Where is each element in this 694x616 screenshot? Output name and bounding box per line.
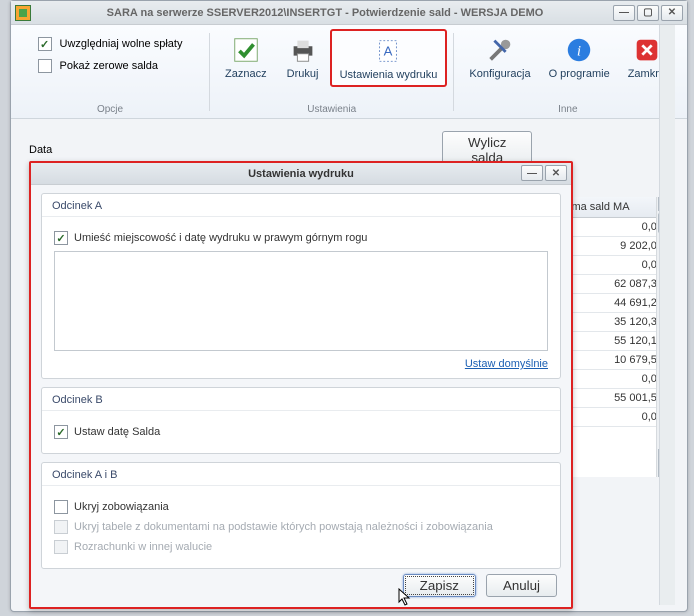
chk-place-city-date[interactable]: Umieść miejscowość i datę wydruku w praw… (54, 231, 548, 245)
o-programie-button[interactable]: i O programie (540, 29, 619, 85)
drukuj-button[interactable]: Drukuj (276, 29, 330, 85)
maximize-button[interactable]: ▢ (637, 5, 659, 21)
checkbox-icon (54, 425, 68, 439)
outer-scrollbar[interactable] (659, 25, 675, 605)
chk-hide-tables: Ukryj tabele z dokumentami na podstawie … (54, 520, 548, 534)
data-label: Data (29, 144, 52, 156)
dialog-titlebar: Ustawienia wydruku — ✕ (31, 163, 571, 185)
main-window: SARA na serwerze SSERVER2012\INSERTGT - … (10, 0, 688, 612)
print-settings-dialog: Ustawienia wydruku — ✕ Odcinek A Umieść … (29, 161, 573, 609)
btn-label: Zaznacz (225, 68, 267, 80)
btn-label: Konfiguracja (469, 68, 530, 80)
dialog-close-button[interactable]: ✕ (545, 165, 567, 181)
checkbox-icon (54, 231, 68, 245)
konfiguracja-button[interactable]: Konfiguracja (460, 29, 539, 85)
minimize-button[interactable]: — (613, 5, 635, 21)
ustawienia-wydruku-button[interactable]: A Ustawienia wydruku (330, 29, 448, 87)
checkbox-icon (54, 500, 68, 514)
svg-text:A: A (384, 44, 393, 59)
chk-label: Rozrachunki w innej walucie (74, 541, 212, 553)
chk-hide-obligations[interactable]: Ukryj zobowiązania (54, 500, 548, 514)
chk-label: Ukryj zobowiązania (74, 501, 169, 513)
btn-label: Drukuj (287, 68, 319, 80)
section-title: Odcinek B (42, 388, 560, 411)
tools-icon (484, 34, 516, 66)
checkbox-icon (38, 59, 52, 73)
chk-set-balance-date[interactable]: Ustaw datę Salda (54, 425, 548, 439)
dialog-minimize-button[interactable]: — (521, 165, 543, 181)
set-default-link[interactable]: Ustaw domyślnie (54, 358, 548, 370)
zaznacz-button[interactable]: Zaznacz (216, 29, 276, 85)
opt-show-zero-balances[interactable]: Pokaż zerowe salda (32, 55, 164, 77)
chk-label: Ukryj tabele z dokumentami na podstawie … (74, 521, 493, 533)
group-label: Opcje (97, 102, 123, 118)
svg-text:i: i (577, 44, 581, 60)
group-label: Ustawienia (307, 102, 356, 118)
save-button[interactable]: Zapisz (403, 574, 476, 597)
section-b: Odcinek B Ustaw datę Salda (41, 387, 561, 454)
window-title: SARA na serwerze SSERVER2012\INSERTGT - … (37, 7, 613, 19)
group-label: Inne (558, 102, 577, 118)
checkbox-icon (54, 540, 68, 554)
chk-label: Umieść miejscowość i datę wydruku w praw… (74, 232, 367, 244)
info-icon: i (563, 34, 595, 66)
cancel-button[interactable]: Anuluj (486, 574, 557, 597)
ribbon: Uwzględniaj wolne spłaty Pokaż zerowe sa… (11, 25, 687, 119)
opt-label: Uwzględniaj wolne spłaty (60, 38, 183, 50)
chk-other-currency: Rozrachunki w innej walucie (54, 540, 548, 554)
dialog-title: Ustawienia wydruku (248, 168, 354, 180)
section-title: Odcinek A i B (42, 463, 560, 486)
checkbox-icon (54, 520, 68, 534)
check-icon (230, 34, 262, 66)
app-icon (15, 5, 31, 21)
page-setup-icon: A (372, 35, 404, 67)
close-button[interactable]: ✕ (661, 5, 683, 21)
section-a-textarea[interactable] (54, 251, 548, 351)
btn-label: O programie (549, 68, 610, 80)
chk-label: Ustaw datę Salda (74, 426, 160, 438)
opt-include-free-payments[interactable]: Uwzględniaj wolne spłaty (32, 33, 189, 55)
opt-label: Pokaż zerowe salda (60, 60, 158, 72)
printer-icon (287, 34, 319, 66)
titlebar: SARA na serwerze SSERVER2012\INSERTGT - … (11, 1, 687, 25)
checkbox-icon (38, 37, 52, 51)
btn-label: Ustawienia wydruku (340, 69, 438, 81)
section-a: Odcinek A Umieść miejscowość i datę wydr… (41, 193, 561, 379)
section-title: Odcinek A (42, 194, 560, 217)
section-ab: Odcinek A i B Ukryj zobowiązania Ukryj t… (41, 462, 561, 569)
